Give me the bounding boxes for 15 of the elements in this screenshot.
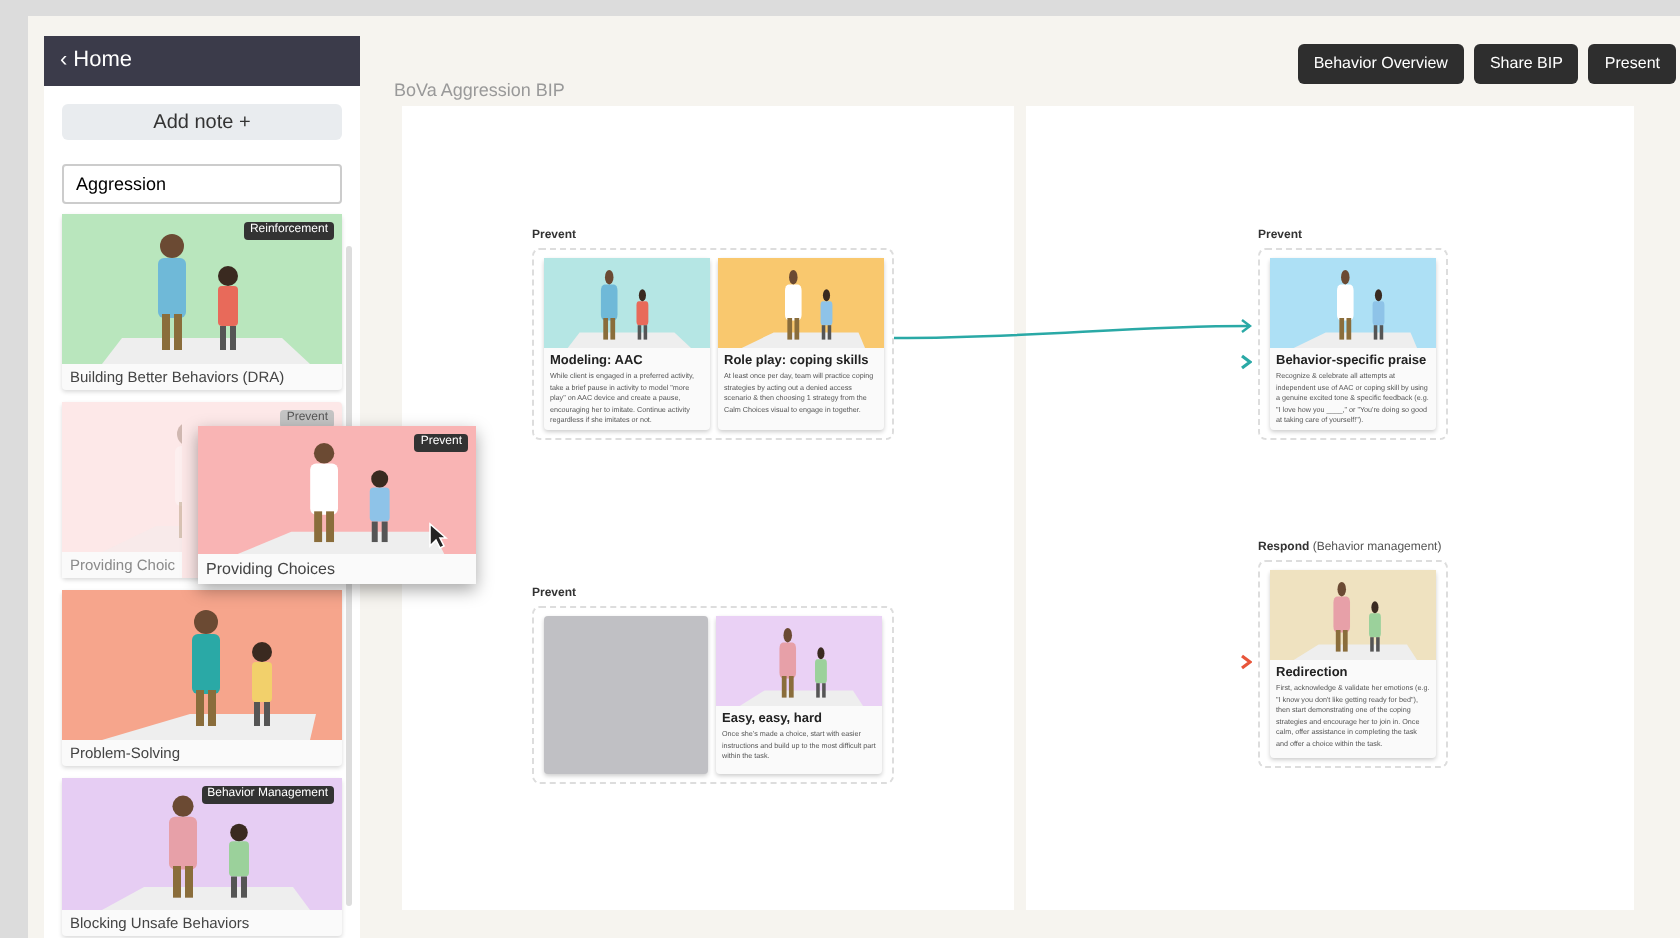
chevron-icon[interactable]: [1240, 654, 1252, 670]
strategy-card[interactable]: [1270, 258, 1436, 430]
chevron-icon[interactable]: [1240, 354, 1252, 370]
back-link[interactable]: ‹ Home: [44, 36, 360, 86]
search-field[interactable]: Aggression: [62, 163, 342, 203]
note-title: Providing Choices: [204, 558, 337, 582]
cursor-icon: [428, 522, 448, 550]
strategy-card[interactable]: [1270, 570, 1436, 758]
plan-title: BoVa Aggression BIP: [394, 78, 565, 104]
toolbar-button[interactable]: Behavior Overview: [1297, 44, 1464, 84]
add-note-button[interactable]: Add note +: [62, 104, 342, 140]
strategy-card[interactable]: [718, 258, 884, 430]
strategy-card[interactable]: [544, 258, 710, 430]
toolbar-button[interactable]: Present: [1588, 44, 1676, 84]
toolbar-button[interactable]: Share BIP: [1473, 44, 1579, 84]
